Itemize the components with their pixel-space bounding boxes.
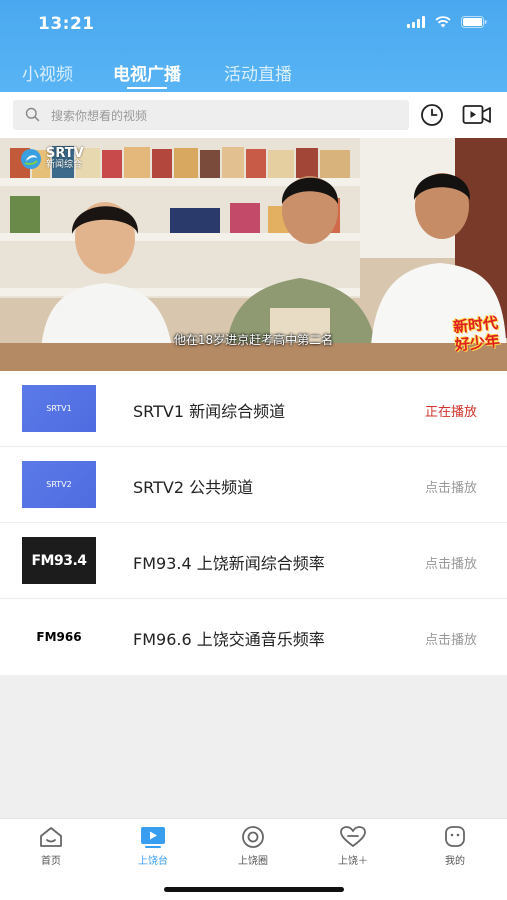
home-indicator[interactable] xyxy=(164,887,344,892)
active-tab-indicator xyxy=(127,87,167,89)
logo-subtitle: 新闻综合 xyxy=(46,160,83,170)
nav-label: 上饶圈 xyxy=(238,856,268,867)
channel-status[interactable]: 正在播放 xyxy=(425,401,477,420)
program-badge: 新时代 好少年 xyxy=(452,314,501,355)
signal-icon xyxy=(407,16,425,28)
channel-row[interactable]: SRTV1 SRTV1 新闻综合频道 正在播放 xyxy=(0,371,507,447)
nav-shangrao-plus[interactable]: 上饶＋ xyxy=(318,825,388,867)
nav-label: 上饶台 xyxy=(138,856,168,867)
nav-shangrao-circle[interactable]: 上饶圈 xyxy=(218,825,288,867)
channel-row[interactable]: SRTV2 SRTV2 公共频道 点击播放 xyxy=(0,447,507,523)
thumb-label: SRTV2 xyxy=(46,480,72,489)
play-button[interactable]: 点击播放 xyxy=(425,629,477,648)
search-placeholder: 搜索你想看的视频 xyxy=(51,109,148,123)
logo-title: SRTV xyxy=(46,146,84,161)
nav-label: 我的 xyxy=(445,856,465,867)
thumb-label: FM93.4 xyxy=(31,552,87,569)
channel-thumbnail: FM93.4 xyxy=(22,537,96,584)
live-video-player[interactable]: SRTV 新闻综合 他在18岁进京赶考高中第二名 新时代 好少年 xyxy=(0,138,507,371)
channel-list: SRTV1 SRTV1 新闻综合频道 正在播放 SRTV2 SRTV2 公共频道… xyxy=(0,371,507,675)
channel-thumbnail: FM966 xyxy=(22,613,96,660)
nav-home[interactable]: 首页 xyxy=(16,825,86,867)
nav-label: 首页 xyxy=(41,856,61,867)
battery-icon xyxy=(461,16,487,28)
thumb-label: SRTV1 xyxy=(46,404,72,413)
app-header: 13:21 小视频 电视广播 活动直播 xyxy=(0,0,507,92)
nav-profile[interactable]: 我的 xyxy=(420,825,490,867)
thumb-label: FM966 xyxy=(36,629,82,644)
home-icon xyxy=(40,827,62,847)
nav-label: 上饶＋ xyxy=(338,856,368,867)
circle-icon xyxy=(242,826,264,848)
channel-thumbnail: SRTV2 xyxy=(22,461,96,508)
video-subtitle: 他在18岁进京赶考高中第二名 xyxy=(173,333,334,347)
search-row: 搜索你想看的视频 xyxy=(0,92,507,138)
srtv-logo-icon xyxy=(21,149,41,169)
status-icons xyxy=(407,16,487,28)
channel-thumbnail: SRTV1 xyxy=(22,385,96,432)
play-button[interactable]: 点击播放 xyxy=(425,553,477,572)
video-camera-icon[interactable] xyxy=(462,104,492,126)
tab-live-events[interactable]: 活动直播 xyxy=(224,60,292,85)
top-tabs: 小视频 电视广播 活动直播 xyxy=(0,60,507,89)
search-input[interactable]: 搜索你想看的视频 xyxy=(13,100,409,130)
channel-logo: SRTV 新闻综合 xyxy=(20,146,84,170)
search-icon xyxy=(25,107,40,122)
history-clock-icon[interactable] xyxy=(420,103,444,127)
nav-shangrao-tv[interactable]: 上饶台 xyxy=(118,825,188,867)
channel-name: FM96.6 上饶交通音乐频率 xyxy=(133,630,325,649)
channel-row[interactable]: FM966 FM96.6 上饶交通音乐频率 点击播放 xyxy=(0,599,507,675)
channel-name: SRTV1 新闻综合频道 xyxy=(133,402,286,421)
channel-name: FM93.4 上饶新闻综合频率 xyxy=(133,554,325,573)
tab-tv-broadcast[interactable]: 电视广播 xyxy=(113,60,181,85)
tab-short-video[interactable]: 小视频 xyxy=(22,60,73,85)
play-button[interactable]: 点击播放 xyxy=(425,477,477,496)
status-time: 13:21 xyxy=(38,14,95,34)
profile-icon xyxy=(445,826,465,847)
channel-name: SRTV2 公共频道 xyxy=(133,478,254,497)
tv-play-icon xyxy=(141,827,165,848)
wifi-icon xyxy=(435,16,451,28)
channel-row[interactable]: FM93.4 FM93.4 上饶新闻综合频率 点击播放 xyxy=(0,523,507,599)
heart-icon xyxy=(340,826,366,847)
